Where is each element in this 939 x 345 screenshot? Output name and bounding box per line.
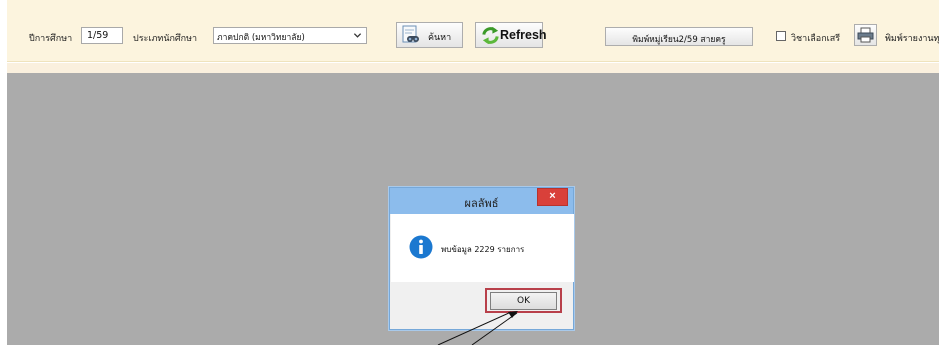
close-icon: × [549, 190, 556, 202]
info-icon [409, 235, 433, 259]
print-report-button[interactable] [854, 24, 877, 46]
result-dialog: ผลลัพธ์ × พบข้อมูล 2229 รายการ OK [389, 187, 574, 330]
toolbar: ปีการศึกษา 1/59 ประเภทนักศึกษา ภาคปกติ (… [7, 0, 939, 62]
printer-icon [857, 27, 874, 43]
chevron-down-icon [353, 33, 362, 38]
ok-button[interactable]: OK [490, 292, 557, 310]
binoculars-icon [402, 25, 419, 43]
app-window: ปีการศึกษา 1/59 ประเภทนักศึกษา ภาคปกติ (… [0, 0, 939, 345]
student-type-value: ภาคปกติ (มหาวิทยาลัย) [217, 33, 305, 43]
print-report-label: พิมพ์รายงานทุ [885, 34, 939, 44]
ok-label: OK [517, 296, 530, 306]
dialog-body: พบข้อมูล 2229 รายการ [391, 214, 574, 282]
search-button[interactable]: ค้นหา [396, 22, 463, 48]
print-group-button[interactable]: พิมพ์หมู่เรียน2/59 สายครู [605, 27, 753, 46]
year-input[interactable]: 1/59 [81, 27, 123, 44]
elective-checkbox[interactable] [776, 31, 786, 41]
student-type-label: ประเภทนักศึกษา [133, 34, 198, 44]
dialog-titlebar: ผลลัพธ์ × [390, 188, 573, 214]
dialog-message: พบข้อมูล 2229 รายการ [441, 245, 525, 254]
student-type-select[interactable]: ภาคปกติ (มหาวิทยาลัย) [213, 27, 367, 44]
refresh-arrows-icon [482, 26, 499, 45]
elective-label: วิชาเลือกเสรี [791, 34, 841, 44]
refresh-label: Refresh [500, 28, 547, 42]
refresh-button[interactable]: Refresh [475, 22, 547, 48]
dialog-close-button[interactable]: × [537, 188, 568, 206]
search-label: ค้นหา [428, 33, 452, 43]
year-label: ปีการศึกษา [29, 34, 73, 44]
toolbar-divider-strip [7, 63, 939, 73]
